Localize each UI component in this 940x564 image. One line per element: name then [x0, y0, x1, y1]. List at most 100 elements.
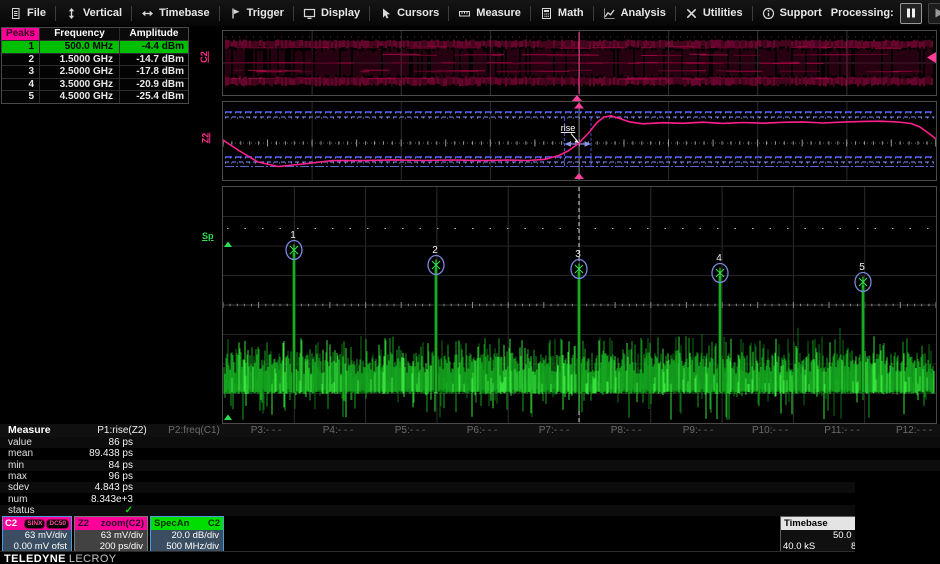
measure-column-header[interactable]: P7:- - -	[518, 424, 590, 437]
spectrum-panel[interactable]: 12345	[222, 186, 937, 424]
c2-channel-name: C2	[5, 517, 17, 530]
measure-row-mean: mean 89.438 ps	[0, 448, 940, 459]
menu-item-label: Vertical	[83, 7, 122, 19]
menu-item-measure[interactable]: Measure	[449, 7, 530, 20]
channel-descriptor-specan[interactable]: SpecAn C2 20.0 dB/div 500 MHz/div	[150, 516, 224, 551]
peak-number: 3	[2, 66, 40, 78]
specan-db-per-div: 20.0 dB/div	[155, 530, 219, 541]
c2-badges: SINX DC50	[24, 519, 69, 529]
peaks-table[interactable]: PeaksFrequencyAmplitude1500.0 MHz-4.4 dB…	[1, 27, 189, 104]
menu-item-trigger[interactable]: Trigger	[220, 7, 293, 20]
measure-ruler-icon	[458, 7, 471, 20]
peaks-header-cell: Amplitude	[120, 28, 188, 40]
menu-item-math[interactable]: Math	[531, 7, 593, 20]
peaks-table-row[interactable]: 54.5000 GHz-25.4 dBm	[2, 90, 188, 103]
math-calculator-icon	[540, 7, 553, 20]
peak-number: 5	[2, 91, 40, 103]
z2-descriptor-body: 63 mV/div 200 ps/div	[75, 530, 147, 552]
measure-column-header[interactable]: P11:- - -	[806, 424, 878, 437]
c2-trace-label[interactable]: C2	[199, 51, 209, 63]
measure-column-header[interactable]: P5:- - -	[374, 424, 446, 437]
measure-p1-value: ✓	[40, 505, 133, 516]
menu-item-vertical[interactable]: Vertical	[56, 7, 131, 20]
rise-annotation: rise	[561, 123, 576, 133]
measure-column-header[interactable]: P1:rise(Z2)	[86, 424, 158, 437]
peak-frequency: 4.5000 GHz	[40, 91, 120, 103]
c2-waveform-panel[interactable]	[222, 30, 937, 96]
measure-row-sdev: sdev4.843 ps	[0, 482, 940, 493]
pause-icon	[905, 7, 917, 19]
menu-right-controls: Processing: Spectrum Undo	[831, 2, 940, 24]
menu-item-utilities[interactable]: Utilities	[676, 7, 752, 20]
file-icon	[9, 7, 22, 20]
measure-column-header[interactable]: P12:- - -	[878, 424, 940, 437]
measure-row-status: status ✓	[0, 505, 940, 516]
peaks-table-row[interactable]: 43.5000 GHz-20.9 dBm	[2, 78, 188, 91]
menu-item-label: Utilities	[703, 7, 743, 19]
menu-item-display[interactable]: Display	[294, 7, 369, 20]
measure-row-label: mean	[8, 448, 33, 459]
black-overlay	[855, 481, 940, 564]
sinx-badge: SINX	[24, 519, 45, 529]
measure-row-label: sdev	[8, 482, 29, 493]
menu-item-label: Display	[321, 7, 360, 19]
peak-amplitude: -4.4 dBm	[120, 41, 188, 53]
timebase-title: Timebase	[784, 517, 828, 530]
footer-divider	[0, 551, 940, 552]
measure-p1-value: 86 ps	[40, 437, 133, 448]
measure-column-header[interactable]: P4:- - -	[302, 424, 374, 437]
pause-button[interactable]	[900, 3, 922, 24]
menu-item-timebase[interactable]: Timebase	[132, 7, 219, 20]
play-button[interactable]	[928, 3, 940, 24]
z2-source: zoom(C2)	[101, 517, 144, 530]
brand-lecroy: LECROY	[69, 553, 117, 564]
menu-item-label: File	[27, 7, 46, 19]
peaks-table-row[interactable]: 21.5000 GHz-14.7 dBm	[2, 53, 188, 66]
peak-frequency: 3.5000 GHz	[40, 79, 120, 91]
channel-descriptor-z2[interactable]: Z2 zoom(C2) 63 mV/div 200 ps/div	[74, 516, 148, 551]
peak-frequency: 500.0 MHz	[40, 41, 120, 53]
z2-zoom-panel[interactable]: rise	[222, 101, 937, 181]
c2-descriptor-header: C2 SINX DC50	[3, 517, 71, 530]
measure-column-header[interactable]: P8:- - -	[590, 424, 662, 437]
measure-column-header[interactable]: P10:- - -	[734, 424, 806, 437]
measure-column-header[interactable]: P6:- - -	[446, 424, 518, 437]
measure-header-row: Measure P1:rise(Z2)P2:freq(C1)P3:- - -P4…	[0, 424, 940, 438]
menu-item-label: Analysis	[621, 7, 666, 19]
measure-column-header[interactable]: P3:- - -	[230, 424, 302, 437]
peak-marker-number: 2	[432, 245, 438, 256]
measure-row-label: min	[8, 460, 24, 471]
measure-column-header[interactable]: P2:freq(C1)	[158, 424, 230, 437]
menu-item-support[interactable]: Support	[753, 7, 831, 20]
peaks-table-row[interactable]: 1500.0 MHz-4.4 dBm	[2, 40, 188, 53]
measure-column-header[interactable]: P9:- - -	[662, 424, 734, 437]
menu-item-file[interactable]: File	[0, 7, 55, 20]
menu-item-analysis[interactable]: Analysis	[594, 7, 675, 20]
cursor-pointer-icon	[379, 7, 392, 20]
specan-descriptor-body: 20.0 dB/div 500 MHz/div	[151, 530, 223, 552]
spectrum-trace-label[interactable]: Sp	[202, 231, 214, 241]
menu-items: File Vertical Timebase Trigger Display Cursor…	[0, 0, 831, 26]
trigger-position-marker-top[interactable]	[572, 95, 582, 101]
z2-volts-per-div: 63 mV/div	[79, 530, 143, 541]
menu-bar: File Vertical Timebase Trigger Display Cursor…	[0, 0, 940, 26]
timebase-scale: 50.0	[833, 530, 852, 541]
peak-amplitude: -20.9 dBm	[120, 79, 188, 91]
measure-p1-value: 96 ps	[40, 471, 133, 482]
measure-row-label: status	[8, 505, 35, 516]
measure-p1-value: 89.438 ps	[40, 448, 133, 459]
menu-item-label: Timebase	[159, 7, 210, 19]
play-icon	[933, 7, 940, 19]
measure-title: Measure	[8, 424, 51, 437]
menu-item-label: Measure	[476, 7, 521, 19]
measure-row-label: value	[8, 437, 32, 448]
measure-row-max: max 96 ps	[0, 471, 940, 482]
peak-number: 4	[2, 79, 40, 91]
peak-marker-number: 1	[290, 230, 296, 241]
z2-trace-label[interactable]: Z2	[200, 133, 210, 144]
processing-label: Processing:	[831, 7, 894, 19]
menu-item-cursors[interactable]: Cursors	[370, 7, 448, 20]
measure-row-label: max	[8, 471, 27, 482]
peaks-table-row[interactable]: 32.5000 GHz-17.8 dBm	[2, 65, 188, 78]
channel-descriptor-c2[interactable]: C2 SINX DC50 63 mV/div 0.00 mV ofst	[2, 516, 72, 551]
